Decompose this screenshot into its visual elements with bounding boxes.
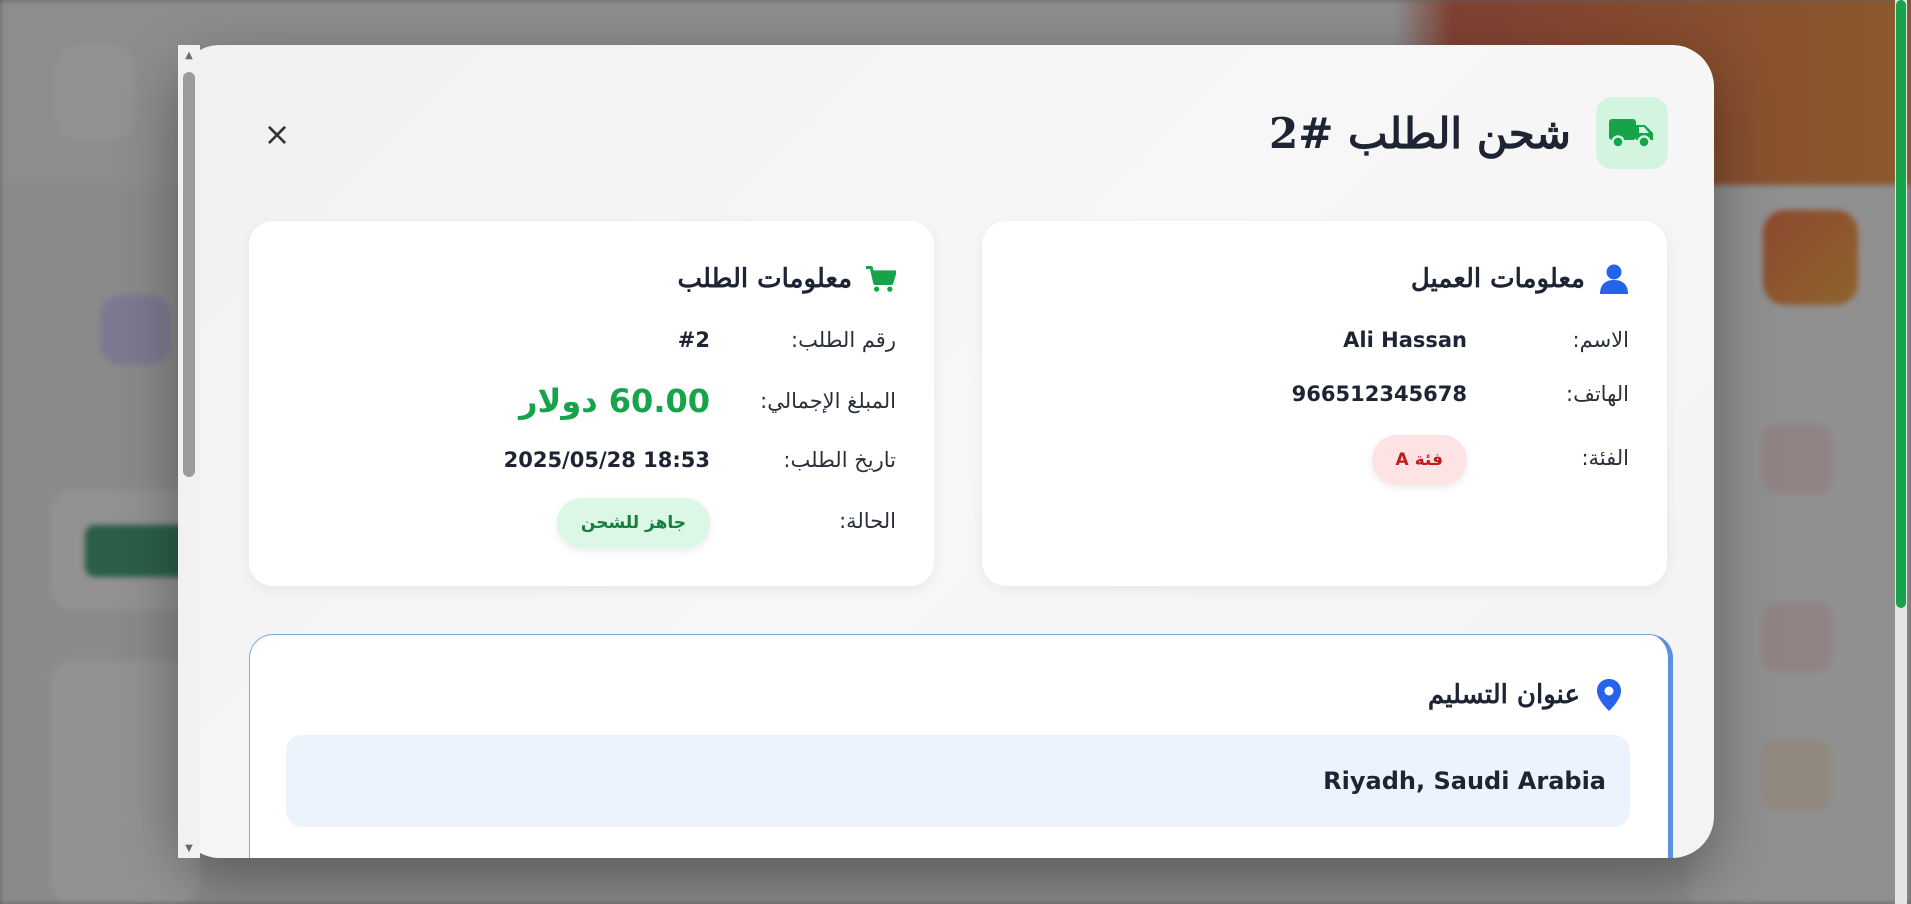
- cart-icon: [866, 264, 896, 294]
- page-scrollbar[interactable]: [1895, 0, 1907, 904]
- user-icon: [1599, 264, 1629, 294]
- order-total-value: 60.00 دولار: [519, 382, 710, 420]
- status-badge: جاهز للشحن: [556, 498, 710, 548]
- customer-info-heading: معلومات العميل: [1411, 259, 1629, 299]
- close-icon[interactable]: ×: [264, 115, 291, 153]
- order-date-row: تاريخ الطلب: 2025/05/28 18:53: [249, 440, 934, 480]
- customer-phone-row: الهاتف: 966512345678: [982, 374, 1667, 414]
- customer-name-value: Ali Hassan: [1343, 328, 1467, 352]
- customer-info-title: معلومات العميل: [1410, 264, 1585, 294]
- modal-header: شحن الطلب #2 ×: [178, 45, 1714, 225]
- order-date-value: 2025/05/28 18:53: [503, 448, 710, 472]
- order-date-label: تاريخ الطلب:: [783, 448, 896, 472]
- scroll-down-arrow-icon[interactable]: ▼: [183, 843, 195, 855]
- customer-category-label: الفئة:: [1581, 446, 1629, 470]
- modal-scrollbar[interactable]: ▲ ▼: [178, 45, 200, 858]
- close-button[interactable]: ×: [256, 113, 298, 155]
- customer-category-row: الفئة: فئة A: [982, 433, 1667, 485]
- location-pin-icon: [1594, 679, 1624, 711]
- order-info-card: معلومات الطلب رقم الطلب: #2 المبلغ الإجم…: [249, 221, 934, 586]
- order-number-label: رقم الطلب:: [791, 328, 896, 352]
- order-status-row: الحالة: جاهز للشحن: [249, 496, 934, 548]
- ship-order-modal: شحن الطلب #2 × معلومات العميل الاسم: Ali…: [178, 45, 1714, 858]
- truck-icon: [1596, 97, 1668, 169]
- order-number-row: رقم الطلب: #2: [249, 320, 934, 360]
- customer-phone-value: 966512345678: [1291, 382, 1467, 406]
- address-box: Riyadh, Saudi Arabia: [286, 735, 1630, 827]
- modal-scrollbar-thumb[interactable]: [183, 72, 195, 477]
- order-total-row: المبلغ الإجمالي: 60.00 دولار: [249, 378, 934, 424]
- delivery-address-card: عنوان التسليم Riyadh, Saudi Arabia: [249, 634, 1673, 858]
- order-number-value: #2: [677, 328, 710, 352]
- order-info-title: معلومات الطلب: [677, 264, 853, 294]
- delivery-address-heading: عنوان التسليم: [1428, 675, 1624, 715]
- scroll-up-arrow-icon[interactable]: ▲: [183, 50, 195, 62]
- category-badge: فئة A: [1371, 435, 1467, 485]
- customer-phone-label: الهاتف:: [1566, 382, 1629, 406]
- order-status-label: الحالة:: [839, 509, 896, 533]
- customer-name-label: الاسم:: [1572, 328, 1629, 352]
- delivery-address-title: عنوان التسليم: [1427, 680, 1580, 710]
- page-scrollbar-thumb[interactable]: [1896, 0, 1906, 608]
- address-text: Riyadh, Saudi Arabia: [1323, 767, 1606, 795]
- order-total-label: المبلغ الإجمالي:: [760, 389, 896, 413]
- customer-info-card: معلومات العميل الاسم: Ali Hassan الهاتف:…: [982, 221, 1667, 586]
- order-info-heading: معلومات الطلب: [677, 259, 896, 299]
- modal-title: شحن الطلب #2: [1268, 108, 1571, 158]
- customer-name-row: الاسم: Ali Hassan: [982, 320, 1667, 360]
